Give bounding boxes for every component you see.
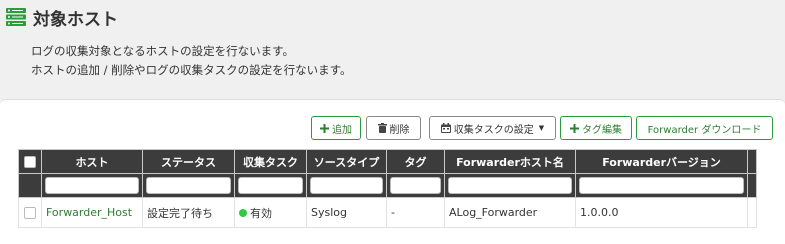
plus-icon	[320, 123, 329, 133]
filter-cell-tag	[386, 173, 445, 198]
select-all-checkbox[interactable]	[24, 156, 36, 168]
column-header-forwarder-version[interactable]: Forwarderバージョン	[575, 149, 748, 174]
description-line-1: ログの収集対象となるホストの設定を行ないます。	[31, 44, 295, 58]
collect-task-dropdown[interactable]: 収集タスクの設定 ▼	[429, 116, 556, 140]
forwarder-download-button[interactable]: Forwarder ダウンロード	[636, 116, 773, 140]
add-button-label: 追加	[332, 124, 352, 136]
column-header-source-type[interactable]: ソースタイプ	[306, 149, 387, 174]
filter-cell-source-type	[306, 173, 387, 198]
collect-task-label: 収集タスクの設定	[453, 124, 534, 136]
trash-icon	[377, 123, 387, 133]
page-description: ログの収集対象となるホストの設定を行ないます。 ホストの追加 / 削除やログの収…	[31, 42, 352, 80]
column-header-collect-task[interactable]: 収集タスク	[234, 149, 307, 174]
calendar-icon	[440, 123, 451, 133]
filter-row	[18, 173, 757, 198]
forwarder-version-cell: 1.0.0.0	[575, 197, 748, 228]
description-line-2: ホストの追加 / 削除やログの収集タスクの設定を行ないます。	[31, 63, 352, 77]
row-checkbox-cell[interactable]	[18, 197, 42, 228]
collect-task-value: 有効	[250, 206, 272, 220]
table-row[interactable]: Forwarder_Host 設定完了待ち 有効 Syslog - ALog_F…	[18, 197, 757, 228]
forwarder-host-cell: ALog_Forwarder	[444, 197, 576, 228]
filter-cell-forwarder-version	[575, 173, 748, 198]
page-title: 対象ホスト	[6, 4, 118, 30]
select-all-checkbox-cell[interactable]	[18, 149, 42, 174]
status-filter-input[interactable]	[146, 177, 231, 194]
source-type-filter-input[interactable]	[310, 177, 383, 194]
host-cell[interactable]: Forwarder_Host	[41, 197, 143, 228]
tag-edit-button[interactable]: タグ編集	[560, 116, 632, 140]
status-cell: 設定完了待ち	[142, 197, 235, 228]
filter-cell-collect-task	[234, 173, 307, 198]
add-button[interactable]: 追加	[311, 116, 361, 140]
hosts-table: ホスト ステータス 収集タスク ソースタイプ タグ Forwarderホスト名 …	[18, 149, 757, 228]
tag-edit-label: タグ編集	[582, 124, 622, 136]
source-type-cell: Syslog	[306, 197, 387, 228]
filter-cell-status	[142, 173, 235, 198]
column-header-tag[interactable]: タグ	[386, 149, 445, 174]
column-header-forwarder-host[interactable]: Forwarderホスト名	[444, 149, 576, 174]
chevron-down-icon: ▼	[538, 124, 545, 132]
host-link[interactable]: Forwarder_Host	[46, 206, 132, 219]
delete-button[interactable]: 削除	[366, 116, 421, 140]
forwarder-host-filter-input[interactable]	[448, 177, 572, 194]
row-checkbox[interactable]	[24, 207, 36, 219]
forwarder-download-label: Forwarder ダウンロード	[647, 124, 762, 136]
filter-cell-host	[41, 173, 143, 198]
delete-button-label: 削除	[389, 124, 410, 136]
tag-cell: -	[386, 197, 445, 228]
plus-icon	[570, 123, 579, 133]
table-header-row: ホスト ステータス 収集タスク ソースタイプ タグ Forwarderホスト名 …	[18, 149, 757, 174]
filter-cell-forwarder-host	[444, 173, 576, 198]
scrollbar-filter-gap	[747, 173, 757, 198]
collect-task-cell: 有効	[234, 197, 307, 228]
host-filter-input[interactable]	[45, 177, 139, 194]
filter-cell-empty	[18, 173, 42, 198]
page-title-text: 対象ホスト	[33, 9, 118, 30]
server-list-icon	[6, 8, 26, 26]
scrollbar-row-gap	[747, 197, 757, 228]
column-header-status[interactable]: ステータス	[142, 149, 235, 174]
forwarder-version-filter-input[interactable]	[579, 177, 744, 194]
column-header-host[interactable]: ホスト	[41, 149, 143, 174]
status-dot-icon	[239, 208, 247, 217]
tag-filter-input[interactable]	[390, 177, 441, 194]
collect-task-filter-input[interactable]	[238, 177, 303, 194]
scrollbar-header-gap	[747, 149, 757, 174]
